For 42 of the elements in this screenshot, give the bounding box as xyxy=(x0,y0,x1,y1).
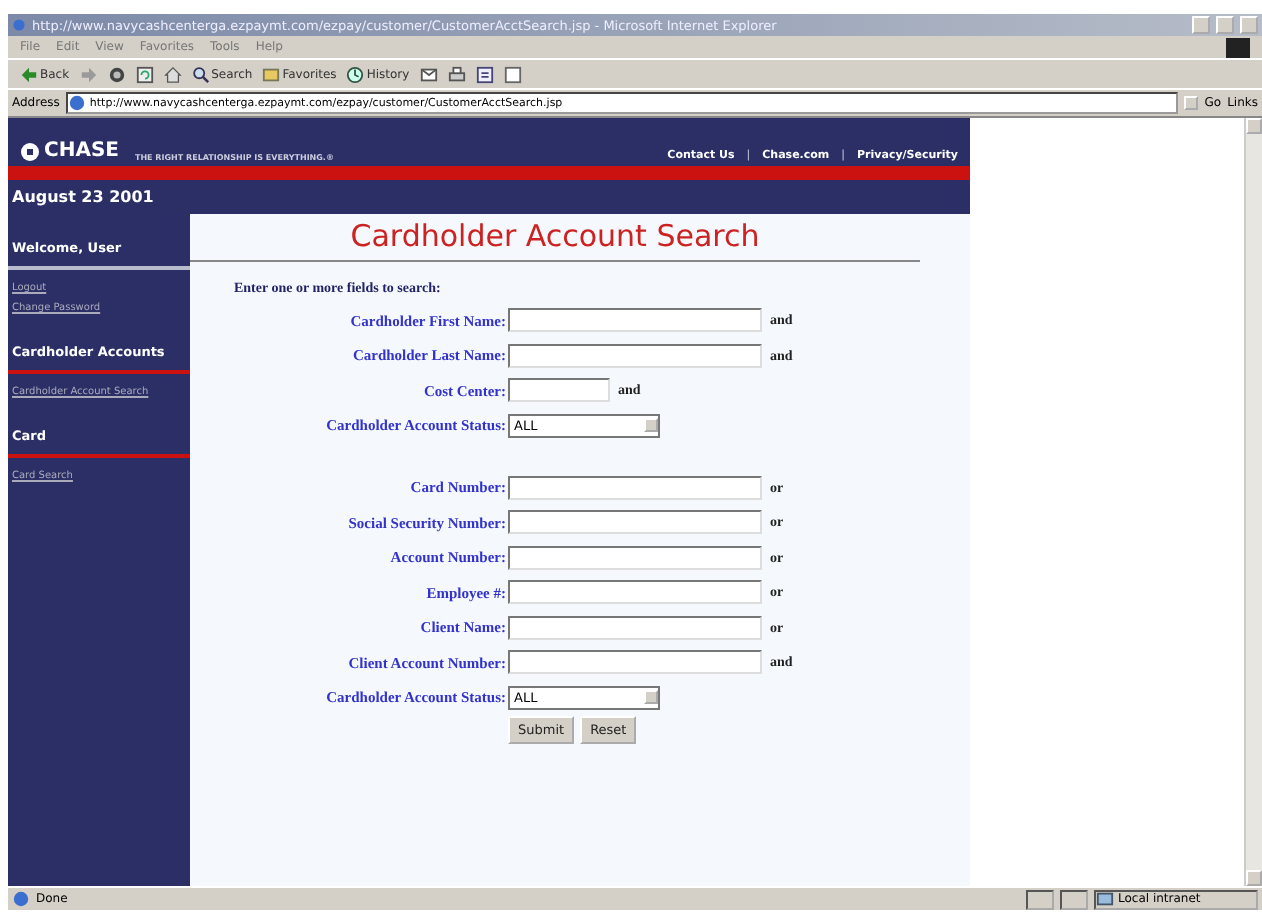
search-icon xyxy=(191,65,210,83)
close-button[interactable] xyxy=(1240,16,1258,34)
logo: CHASE xyxy=(20,140,119,162)
input-field[interactable] xyxy=(508,378,610,402)
page-icon xyxy=(67,94,86,112)
page-icon xyxy=(12,890,30,908)
clock-icon xyxy=(346,65,365,83)
refresh-icon xyxy=(135,65,154,83)
maximize-button[interactable] xyxy=(1216,16,1234,34)
toolbar-button[interactable] xyxy=(503,65,522,83)
left-arrow-icon xyxy=(20,65,38,83)
toolbar-button[interactable] xyxy=(163,65,182,83)
square-icon xyxy=(503,65,522,83)
stop-icon xyxy=(107,65,126,83)
browser-icon xyxy=(12,18,26,32)
toolbar-button[interactable] xyxy=(135,65,154,83)
folder-icon xyxy=(262,65,281,83)
scrollbar[interactable] xyxy=(1244,118,1262,886)
input-field[interactable] xyxy=(508,343,762,367)
input-field[interactable] xyxy=(508,580,762,604)
status-panel xyxy=(1026,889,1054,909)
date-label: August 23 2001 xyxy=(12,188,154,206)
minimize-button[interactable] xyxy=(1192,16,1210,34)
toolbar-button[interactable] xyxy=(447,65,466,83)
status-panel xyxy=(1060,889,1088,909)
printer-icon xyxy=(447,65,466,83)
right-arrow-icon xyxy=(79,65,98,83)
toolbar-button[interactable] xyxy=(419,65,438,83)
input-field[interactable] xyxy=(508,475,762,499)
house-icon xyxy=(163,65,182,83)
network-icon xyxy=(1096,890,1114,908)
input-field[interactable] xyxy=(508,545,762,569)
browser-logo-icon xyxy=(1226,37,1250,57)
input-field[interactable] xyxy=(508,650,762,674)
page-title: Cardholder Account Search xyxy=(190,218,920,262)
envelope-icon xyxy=(419,65,438,83)
input-field[interactable] xyxy=(508,615,762,639)
dropdown-button[interactable] xyxy=(1184,96,1199,110)
document-icon xyxy=(475,65,494,83)
input-field[interactable] xyxy=(508,308,762,332)
input-field[interactable] xyxy=(508,510,762,534)
toolbar-button[interactable] xyxy=(475,65,494,83)
